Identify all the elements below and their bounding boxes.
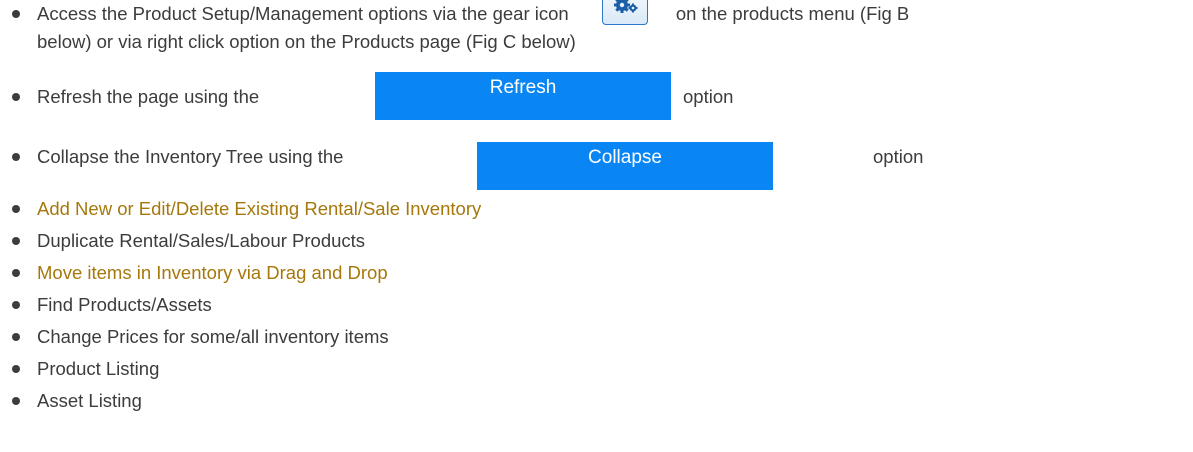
bullet-dot bbox=[12, 333, 20, 341]
bullet-item-collapse-suffix: option bbox=[873, 143, 1193, 171]
product-listing-text: Product Listing bbox=[37, 358, 160, 379]
item-text-before-gear: Access the Product Setup/Management opti… bbox=[37, 3, 569, 24]
change-prices-text: Change Prices for some/all inventory ite… bbox=[37, 326, 389, 347]
bullet-item-asset-listing: Asset Listing bbox=[12, 387, 1193, 415]
bullet-dot bbox=[12, 397, 20, 405]
bullet-dot bbox=[12, 365, 20, 373]
find-products-text: Find Products/Assets bbox=[37, 294, 212, 315]
bullet-item-change-prices: Change Prices for some/all inventory ite… bbox=[12, 323, 1193, 351]
bullet-dot bbox=[12, 269, 20, 277]
bullet-dot bbox=[12, 153, 20, 161]
item-text-after-collapse: option bbox=[873, 146, 924, 167]
gear-icon[interactable] bbox=[601, 0, 648, 25]
bullet-item-product-listing: Product Listing bbox=[12, 355, 1193, 383]
item-text-line2: below) or via right click option on the … bbox=[37, 31, 576, 52]
bullet-item-duplicate-products: Duplicate Rental/Sales/Labour Products bbox=[12, 227, 1193, 255]
bullet-item-refresh-suffix: option bbox=[683, 83, 1193, 111]
refresh-button[interactable]: Refresh bbox=[375, 72, 671, 120]
bullet-item-product-setup: Access the Product Setup/Management opti… bbox=[12, 0, 1193, 56]
bullet-item-move-items[interactable]: Move items in Inventory via Drag and Dro… bbox=[12, 259, 1193, 287]
bullet-dot bbox=[12, 93, 20, 101]
bullet-item-find-products: Find Products/Assets bbox=[12, 291, 1193, 319]
bullet-dot bbox=[12, 237, 20, 245]
duplicate-products-text: Duplicate Rental/Sales/Labour Products bbox=[37, 230, 366, 251]
item-text-after-refresh: option bbox=[683, 86, 734, 107]
move-items-link[interactable]: Move items in Inventory via Drag and Dro… bbox=[37, 262, 388, 283]
add-edit-inventory-link[interactable]: Add New or Edit/Delete Existing Rental/S… bbox=[37, 198, 481, 219]
bullet-item-add-edit-inventory[interactable]: Add New or Edit/Delete Existing Rental/S… bbox=[12, 195, 1193, 223]
bullet-dot bbox=[12, 205, 20, 213]
bullet-dot bbox=[12, 301, 20, 309]
bullet-dot bbox=[12, 10, 20, 18]
item-text-after-gear: on the products menu (Fig B bbox=[675, 3, 910, 24]
asset-listing-text: Asset Listing bbox=[37, 390, 142, 411]
collapse-button[interactable]: Collapse bbox=[477, 142, 773, 190]
item-text-before-collapse: Collapse the Inventory Tree using the bbox=[37, 146, 344, 167]
item-text-before-refresh: Refresh the page using the bbox=[37, 86, 260, 107]
